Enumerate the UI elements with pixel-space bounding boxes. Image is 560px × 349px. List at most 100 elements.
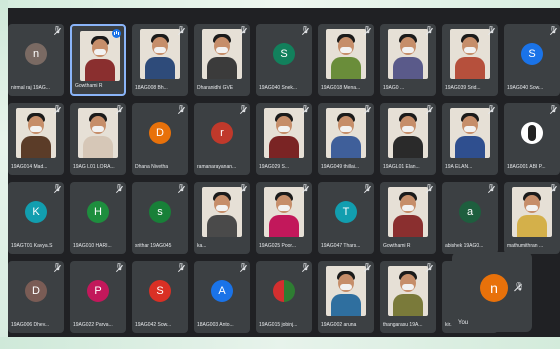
mic-off-icon: 🎙 [487, 106, 496, 113]
participant-avatar: H [87, 201, 109, 223]
participant-name: 19AG002 aruna [321, 322, 357, 328]
mic-off-icon: 🎙 [53, 185, 62, 192]
participant-avatar: S [149, 280, 171, 302]
participant-video [450, 108, 490, 158]
participant-tile[interactable]: 🎙 19AG049 thillai... [318, 103, 374, 175]
mic-off-icon: 🎙 [53, 264, 62, 271]
mic-off-icon: 🎙 [115, 106, 124, 113]
mic-off-icon: 🎙 [239, 264, 248, 271]
participant-video [264, 108, 304, 158]
participant-name: 19AG049 thillai... [321, 164, 360, 170]
participant-tile[interactable]: 🎙 19AG015 jobinj... [256, 261, 312, 333]
participant-avatar [521, 122, 543, 144]
participant-tile[interactable]: 🎙 thangarasu 19A... [380, 261, 436, 333]
participant-tile[interactable]: s 🎙 srithar 19AG045 [132, 182, 188, 254]
participant-tile[interactable]: 🎙 19AG L01 LORA... [70, 103, 126, 175]
mic-off-icon: 🎙 [177, 27, 186, 34]
participant-video [202, 29, 242, 79]
participant-tile[interactable]: 🎙 mathumithran ... [504, 182, 560, 254]
participant-video [80, 31, 120, 81]
participant-name: ka... [197, 243, 207, 249]
participant-video [388, 29, 428, 79]
mic-off-icon: 🎙 [239, 27, 248, 34]
participant-video [388, 266, 428, 316]
participant-tile[interactable]: H 🎙 19AG010 HARI... [70, 182, 126, 254]
participant-name: Dharanidhi GVE [197, 85, 234, 91]
participant-tile[interactable]: 🎙 19AG014 Mad... [8, 103, 64, 175]
participant-tile[interactable]: Gowthami R [70, 24, 126, 96]
participant-tile[interactable]: 🎙 19A ELAN... [442, 103, 498, 175]
participant-avatar: S [521, 43, 543, 65]
participant-avatar: T [335, 201, 357, 223]
participant-tile[interactable]: 🎙 19AGL01 Elan... [380, 103, 436, 175]
mic-off-icon: 🎙 [363, 27, 372, 34]
mic-off-icon: 🎙 [115, 185, 124, 192]
mic-off-icon: 🎙 [115, 264, 124, 271]
mic-off-icon: 🎙 [301, 264, 310, 271]
mic-off-icon: 🎙 [239, 106, 248, 113]
participant-tile[interactable]: 🎙 Dharanidhi GVE [194, 24, 250, 96]
participant-tile[interactable]: D 🎙 Dhana Nivetha [132, 103, 188, 175]
participant-video [326, 108, 366, 158]
mic-off-icon: 🎙 [549, 27, 558, 34]
participant-tile[interactable]: 🎙 19AG029 S... [256, 103, 312, 175]
self-avatar: n [480, 274, 508, 302]
mic-off-icon: 🎙 [363, 185, 372, 192]
participant-tile[interactable]: P 🎙 19AG022 Parva... [70, 261, 126, 333]
participant-video [16, 108, 56, 158]
mic-off-icon: 🎙 [513, 282, 524, 291]
mic-off-icon: 🎙 [487, 185, 496, 192]
mic-off-icon: 🎙 [239, 185, 248, 192]
mic-off-icon: 🎙 [363, 264, 372, 271]
mic-off-icon: 🎙 [549, 185, 558, 192]
participant-tile[interactable]: A 🎙 18AG003 Anto... [194, 261, 250, 333]
mic-off-icon: 🎙 [425, 185, 434, 192]
participant-video [388, 187, 428, 237]
participant-name: 19AG006 Dhev... [11, 322, 49, 328]
participant-tile[interactable]: 🎙 18AG001 ABI P... [504, 103, 560, 175]
participant-tile[interactable]: a 🎙 abishek 19AG0... [442, 182, 498, 254]
participant-name: 19AG015 jobinj... [259, 322, 298, 328]
participant-tile[interactable]: 🎙 19AG0 ... [380, 24, 436, 96]
participant-tile[interactable]: 🎙 19AG025 Poor... [256, 182, 312, 254]
mic-off-icon: 🎙 [301, 27, 310, 34]
participant-tile[interactable]: r 🎙 ramanarayanan... [194, 103, 250, 175]
participant-avatar: P [87, 280, 109, 302]
self-view-tile[interactable]: n 🎙 You [452, 252, 532, 332]
participant-tile[interactable]: K 🎙 19AGT01 Kavya.S [8, 182, 64, 254]
participant-name: 19AG022 Parva... [73, 322, 113, 328]
participant-name: 19AG040 Sow... [507, 85, 544, 91]
participant-name: abishek 19AG0... [445, 243, 484, 249]
participant-tile[interactable]: D 🎙 19AG006 Dhev... [8, 261, 64, 333]
participant-tile[interactable]: 🎙 19AG018 Mena... [318, 24, 374, 96]
participant-tile[interactable]: 🎙 Gowthami R [380, 182, 436, 254]
mic-off-icon: 🎙 [425, 27, 434, 34]
participant-name: Gowthami R [383, 243, 411, 249]
participant-name: mathumithran ... [507, 243, 544, 249]
participant-tile[interactable]: S 🎙 19AG040 Snek... [256, 24, 312, 96]
participant-name: 19AG0 ... [383, 85, 405, 91]
participant-avatar: S [273, 43, 295, 65]
participant-avatar: K [25, 201, 47, 223]
participant-tile[interactable]: S 🎙 19AG040 Sow... [504, 24, 560, 96]
participant-video [512, 187, 552, 237]
mic-off-icon: 🎙 [177, 185, 186, 192]
participant-tile[interactable]: 🎙 18AG008 Bh... [132, 24, 188, 96]
participant-avatar: r [211, 122, 233, 144]
self-name-label: You [458, 320, 469, 326]
participant-tile[interactable]: n 🎙 nirmal raj 19AG... [8, 24, 64, 96]
participant-tile[interactable]: 🎙 19AG039 Srid... [442, 24, 498, 96]
participant-name: 18AG003 Anto... [197, 322, 234, 328]
participant-tile[interactable]: T 🎙 19AG047 Thars... [318, 182, 374, 254]
participant-video [388, 108, 428, 158]
participant-video [78, 108, 118, 158]
participant-tile[interactable]: S 🎙 19AG042 Sow... [132, 261, 188, 333]
background-frame-top [0, 0, 560, 8]
participant-tile[interactable]: 🎙 ka... [194, 182, 250, 254]
participant-tile[interactable]: 🎙 19AG002 aruna [318, 261, 374, 333]
participant-name: 19AG010 HARI... [73, 243, 112, 249]
participant-name: 18AG001 ABI P... [507, 164, 546, 170]
participant-name: ramanarayanan... [197, 164, 237, 170]
participant-name: 19A ELAN... [445, 164, 473, 170]
background-frame-left [0, 0, 8, 349]
